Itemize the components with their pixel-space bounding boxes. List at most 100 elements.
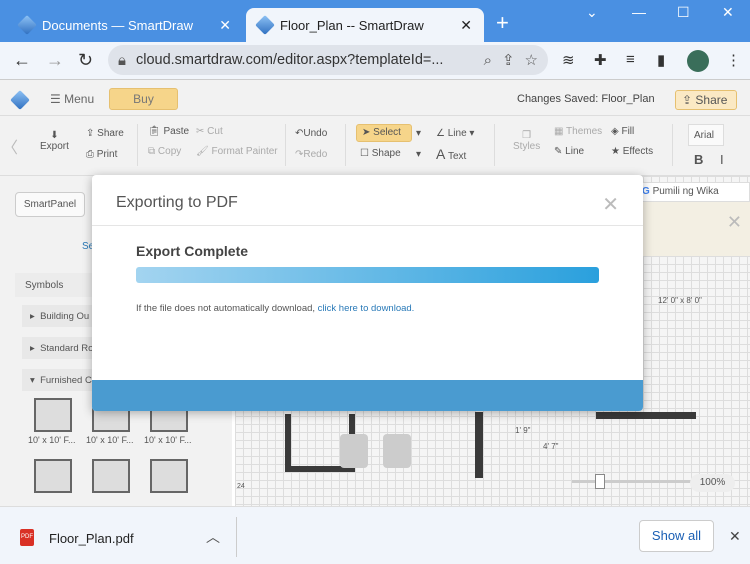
shape-button[interactable]: ☐ Shape [360, 148, 401, 159]
label: Select [373, 127, 401, 138]
label: Building Ou [40, 311, 90, 322]
lock-icon: 🔒︎ [118, 51, 126, 69]
address-bar[interactable]: 🔒︎ cloud.smartdraw.com/editor.aspx?templa… [108, 45, 548, 75]
label: Standard Ro [40, 343, 94, 354]
text-button[interactable]: A Text [436, 146, 466, 162]
tab-floor-plan[interactable]: Floor_Plan -- SmartDraw ✕ [246, 8, 484, 42]
tab-title: Floor_Plan -- SmartDraw [280, 17, 424, 33]
font-select[interactable]: Arial [688, 124, 724, 146]
label: Format Painter [211, 146, 278, 157]
download-filename[interactable]: Floor_Plan.pdf [49, 531, 134, 546]
maximize-button[interactable]: ☐ [677, 4, 690, 21]
label: Effects [622, 146, 654, 157]
symbol-thumbnail[interactable] [92, 459, 130, 493]
export-icon: ⬇ [50, 130, 59, 141]
menu-button[interactable]: ☰ Menu [50, 92, 94, 106]
side-panel-icon[interactable]: ▮ [657, 51, 665, 69]
select-button[interactable]: ➤ Select [356, 124, 412, 142]
cut-button[interactable]: ✂ Cut [196, 126, 223, 137]
label: Pumili ng Wika [652, 186, 719, 197]
styles-icon: ❒ [522, 130, 532, 141]
back-button[interactable]: ← [13, 50, 31, 71]
line-style-button[interactable]: ✎ Line [554, 146, 584, 157]
format-painter-button[interactable]: 🖌︎ Format Painter [196, 146, 278, 157]
label: Print [96, 149, 118, 160]
wall [475, 412, 483, 478]
pdf-file-icon: PDF [20, 529, 34, 546]
export-button[interactable]: ⬇ Export [40, 130, 69, 152]
show-all-button[interactable]: Show all [639, 520, 714, 552]
tab-title: Documents — SmartDraw [42, 17, 193, 33]
zoom-level[interactable]: 100% [690, 474, 735, 492]
undo-button[interactable]: ↶Undo [295, 128, 327, 139]
line-button[interactable]: ∠ Line ▾ [436, 128, 474, 139]
copy-button[interactable]: ⧉ Copy [148, 146, 181, 157]
ribbon-toolbar: 〈 ⬇ Export ⇪ Share ⎙ Print 📋︎ Paste ✂ Cut… [0, 116, 750, 176]
redo-button[interactable]: ↷Redo [295, 149, 327, 160]
share-ribbon-button[interactable]: ⇪ Share [86, 128, 124, 139]
symbol-thumbnail[interactable] [34, 459, 72, 493]
share-button[interactable]: ⇪ Share [675, 90, 737, 110]
styles-button[interactable]: ❒ Styles [513, 130, 540, 152]
zoom-slider-handle[interactable] [595, 474, 605, 489]
label: Text [447, 151, 467, 162]
download-message: If the file does not automatically downl… [136, 303, 414, 314]
close-tab-icon[interactable]: ✕ [219, 17, 231, 34]
close-dialog-icon[interactable]: ✕ [602, 192, 619, 217]
tab-search-icon[interactable]: ⌄ [586, 4, 598, 21]
label: Line [565, 146, 585, 157]
italic-button[interactable]: I [720, 152, 724, 167]
tab-strip: Documents — SmartDraw ✕ Floor_Plan -- Sma… [0, 0, 750, 42]
menu-label: Menu [64, 92, 95, 106]
smartpanel-button[interactable]: SmartPanel [15, 192, 85, 217]
tab-documents[interactable]: Documents — SmartDraw ✕ [8, 8, 243, 42]
select-dropdown[interactable]: ▾ [416, 128, 421, 139]
close-download-bar-icon[interactable]: ✕ [729, 528, 741, 545]
symbol-thumbnail[interactable] [34, 398, 72, 432]
zoom-slider[interactable] [572, 480, 692, 483]
new-tab-button[interactable]: + [496, 10, 509, 36]
close-banner-icon[interactable]: ✕ [727, 212, 742, 233]
extension-icon[interactable]: ≋ [562, 51, 575, 69]
browser-toolbar: ← → ↻ 🔒︎ cloud.smartdraw.com/editor.aspx?… [0, 42, 750, 80]
label: Share [97, 128, 124, 139]
label: Redo [303, 149, 328, 160]
minimize-button[interactable]: — [632, 4, 646, 20]
share-icon[interactable]: ⇪ [502, 51, 515, 69]
progress-fill [136, 267, 599, 283]
fill-button[interactable]: ◈ Fill [611, 126, 634, 137]
label: Styles [513, 141, 541, 152]
buy-button[interactable]: Buy [109, 88, 178, 110]
effects-button[interactable]: ★ Effects [611, 146, 653, 157]
media-icon[interactable]: ≡ [626, 51, 635, 68]
chevron-up-icon[interactable]: ︿ [206, 527, 220, 547]
themes-button[interactable]: ▦ Themes [554, 126, 602, 137]
export-status: Export Complete [136, 243, 249, 259]
shape-dropdown[interactable]: ▾ [416, 149, 421, 160]
progress-bar [136, 267, 599, 283]
bold-button[interactable]: B [694, 152, 703, 167]
extensions-puzzle-icon[interactable]: ✚ [594, 51, 607, 69]
label: Line [447, 128, 467, 139]
notification-banner: ✕ [635, 202, 750, 256]
dimension-label: 1' 9" [515, 426, 531, 435]
message-text: If the file does not automatically downl… [136, 303, 318, 314]
collapse-panel-icon[interactable]: 〈 [2, 134, 18, 158]
bookmark-star-icon[interactable]: ☆ [525, 51, 538, 69]
forward-button[interactable]: → [46, 50, 64, 71]
language-selector[interactable]: G Pumili ng Wika [635, 182, 750, 202]
download-link[interactable]: click here to download. [318, 303, 415, 314]
profile-avatar[interactable] [687, 50, 709, 72]
close-tab-icon[interactable]: ✕ [460, 17, 472, 34]
label: Undo [303, 128, 328, 139]
zoom-icon[interactable]: ⌕ [484, 52, 492, 69]
print-button[interactable]: ⎙ Print [86, 149, 117, 160]
reload-button[interactable]: ↻ [78, 50, 93, 71]
more-menu-icon[interactable]: ⋮ [726, 51, 741, 69]
paste-button[interactable]: 📋︎ Paste [148, 126, 189, 137]
label: Fill [621, 126, 635, 137]
symbol-thumbnail[interactable] [150, 459, 188, 493]
label: Cut [207, 126, 223, 137]
smartdraw-logo [10, 90, 30, 110]
close-window-button[interactable]: ✕ [722, 4, 734, 21]
